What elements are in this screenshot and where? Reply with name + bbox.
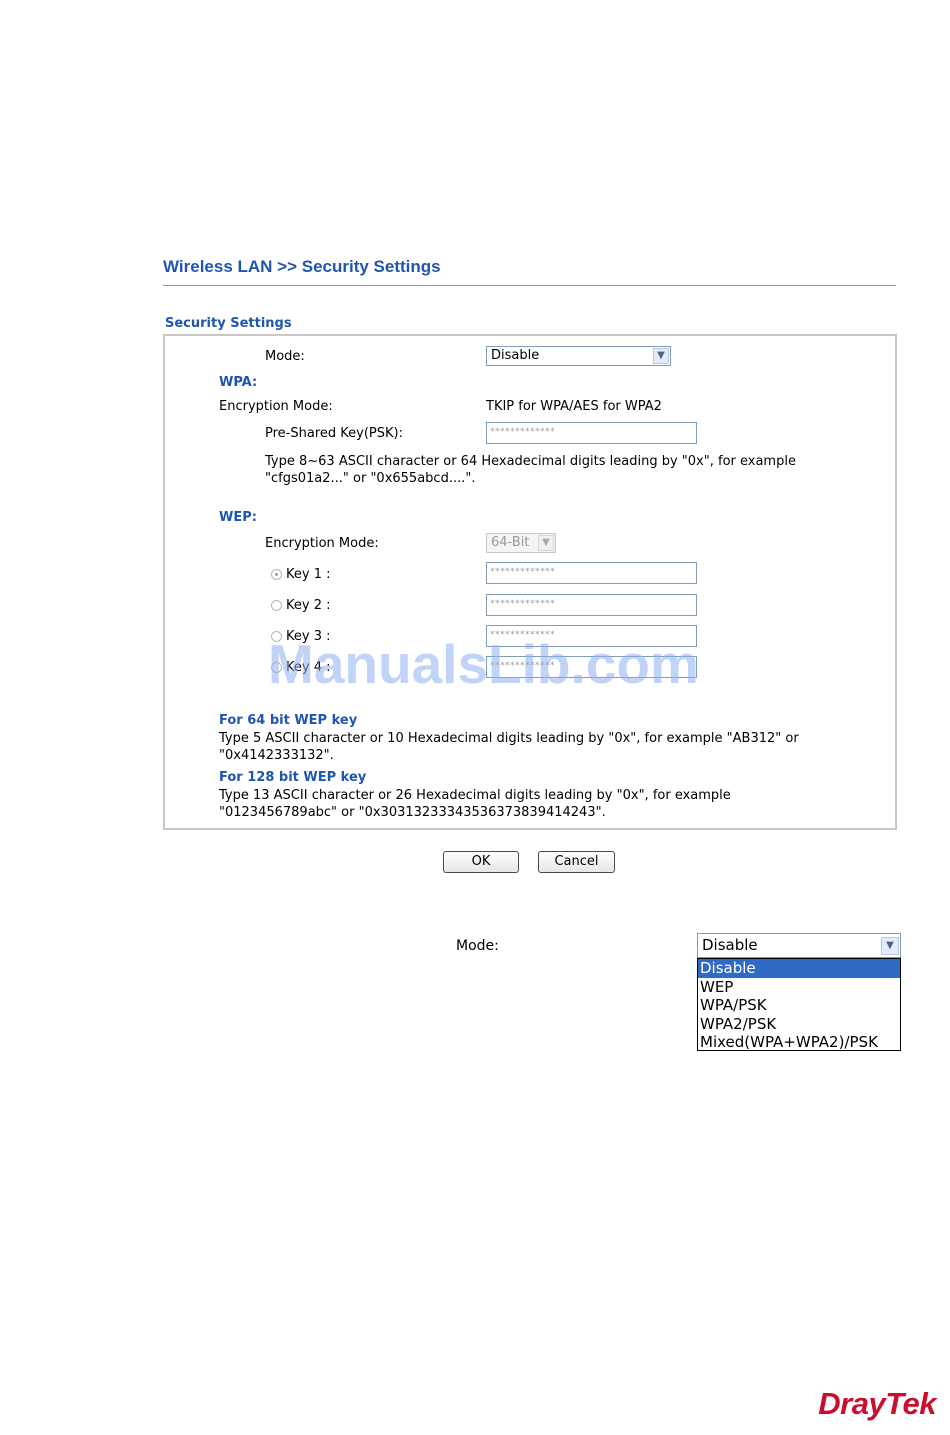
key2-input[interactable]: ************* <box>486 594 697 616</box>
psk-input[interactable]: ************* <box>486 422 697 444</box>
mode-dropdown-list: Disable WEP WPA/PSK WPA2/PSK Mixed(WPA+W… <box>697 958 901 1051</box>
psk-hint-line2: "cfgs01a2..." or "0x655abcd....". <box>265 471 476 486</box>
mode-dropdown-label: Mode: <box>456 938 499 954</box>
key2-radio[interactable] <box>271 600 282 611</box>
wep128-note-line2: "0123456789abc" or "0x303132333435363738… <box>219 805 606 820</box>
dropdown-option-wpa2-psk[interactable]: WPA2/PSK <box>698 1015 900 1034</box>
chevron-down-icon[interactable]: ▼ <box>653 348 669 364</box>
wep128-note-line1: Type 13 ASCII character or 26 Hexadecima… <box>219 788 731 803</box>
wep-encryption-label: Encryption Mode: <box>265 536 379 551</box>
wep64-note-line2: "0x4142333132". <box>219 748 334 763</box>
mode-select[interactable]: Disable ▼ <box>486 346 671 366</box>
watermark: ManualsLib.com <box>268 633 699 695</box>
psk-hint: Type 8~63 ASCII character or 64 Hexadeci… <box>265 453 865 487</box>
key1-input[interactable]: ************* <box>486 562 697 584</box>
psk-label: Pre-Shared Key(PSK): <box>265 426 403 441</box>
dropdown-option-mixed[interactable]: Mixed(WPA+WPA2)/PSK <box>698 1033 900 1052</box>
chevron-down-icon[interactable]: ▼ <box>881 937 899 955</box>
mode-label: Mode: <box>265 349 305 364</box>
wep-encryption-select[interactable]: 64-Bit ▼ <box>486 533 556 553</box>
draytek-logo: DrayTek <box>818 1386 936 1421</box>
page-title: Wireless LAN >> Security Settings <box>163 257 441 276</box>
mode-dropdown-value: Disable <box>702 936 758 954</box>
ok-button[interactable]: OK <box>443 851 519 873</box>
wep128-note: Type 13 ASCII character or 26 Hexadecima… <box>219 787 859 821</box>
wpa-encryption-value: TKIP for WPA/AES for WPA2 <box>486 399 662 414</box>
key2-label: Key 2 : <box>286 598 331 613</box>
psk-hint-line1: Type 8~63 ASCII character or 64 Hexadeci… <box>265 454 796 469</box>
wep-heading: WEP: <box>219 510 257 525</box>
chevron-down-icon[interactable]: ▼ <box>538 535 554 551</box>
wep64-note: Type 5 ASCII character or 10 Hexadecimal… <box>219 730 859 764</box>
wpa-heading: WPA: <box>219 375 258 390</box>
dropdown-option-wep[interactable]: WEP <box>698 978 900 997</box>
dropdown-option-disable[interactable]: Disable <box>698 959 900 978</box>
wep64-note-line1: Type 5 ASCII character or 10 Hexadecimal… <box>219 731 799 746</box>
wep-encryption-value: 64-Bit <box>491 535 530 550</box>
title-divider <box>163 285 896 286</box>
wep128-heading: For 128 bit WEP key <box>219 770 367 785</box>
mode-dropdown-select[interactable]: Disable ▼ <box>697 933 901 958</box>
section-title: Security Settings <box>165 316 292 331</box>
cancel-button[interactable]: Cancel <box>538 851 615 873</box>
wep64-heading: For 64 bit WEP key <box>219 713 358 728</box>
key1-label: Key 1 : <box>286 567 331 582</box>
dropdown-option-wpa-psk[interactable]: WPA/PSK <box>698 996 900 1015</box>
wpa-encryption-label: Encryption Mode: <box>219 399 333 414</box>
mode-select-value: Disable <box>491 348 540 363</box>
key1-radio[interactable] <box>271 569 282 580</box>
